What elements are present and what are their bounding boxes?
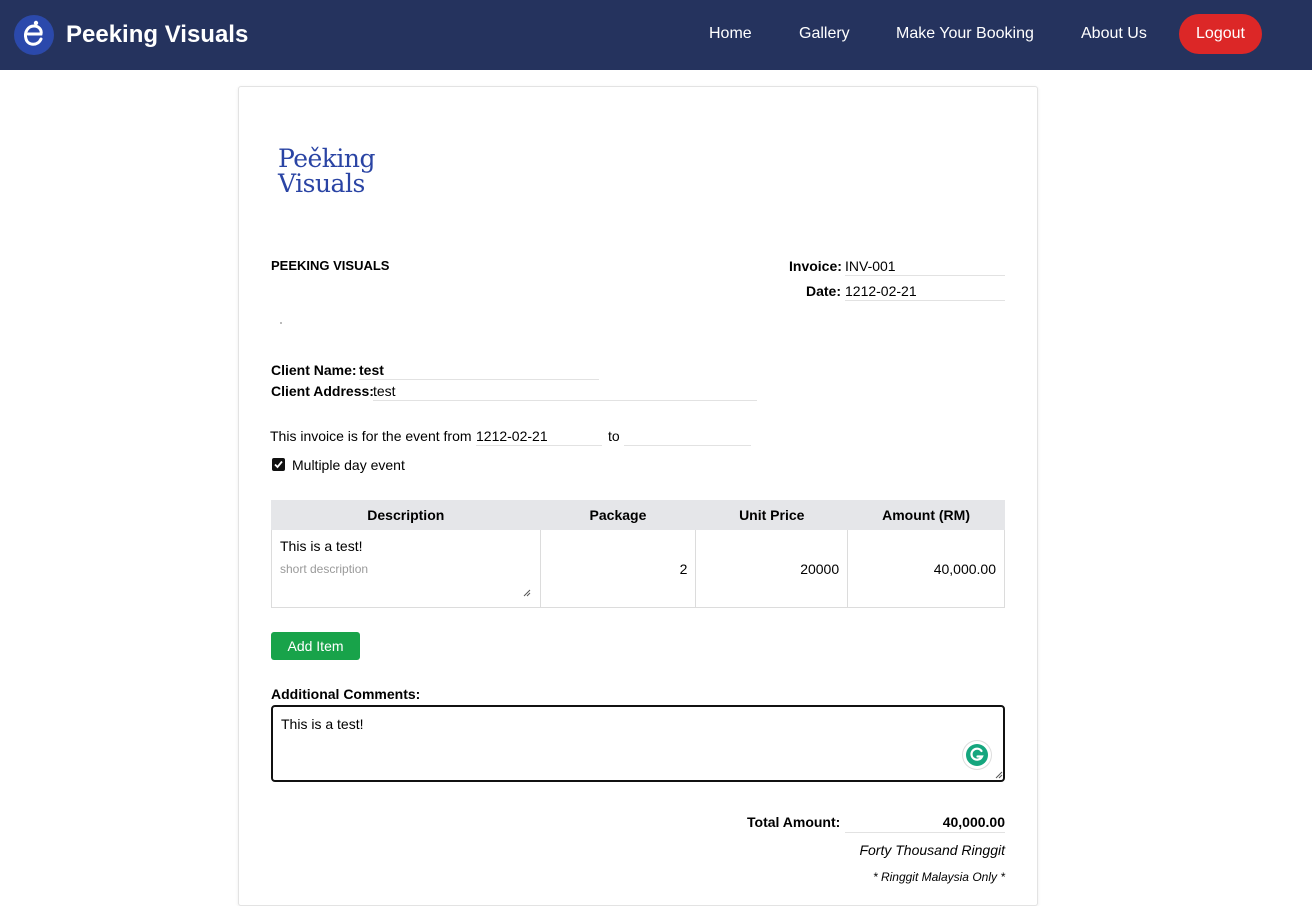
header-amount: Amount (RM) bbox=[847, 500, 1005, 530]
company-name: PEEKING VISUALS bbox=[271, 258, 390, 273]
total-amount-value: 40,000.00 bbox=[845, 814, 1005, 833]
brand-name: Peeking Visuals bbox=[66, 21, 249, 48]
unit-price-input[interactable]: 20000 bbox=[695, 529, 849, 608]
invoice-number-field[interactable]: INV-001 bbox=[845, 258, 1005, 276]
brand[interactable]: Peeking Visuals bbox=[14, 14, 248, 56]
nav-gallery[interactable]: Gallery bbox=[799, 24, 850, 44]
nav-home[interactable]: Home bbox=[709, 24, 752, 44]
header-package: Package bbox=[539, 500, 697, 530]
logout-button[interactable]: Logout bbox=[1179, 14, 1262, 54]
header-unit-price: Unit Price bbox=[695, 500, 849, 530]
event-text: This invoice is for the event from bbox=[270, 428, 472, 444]
comments-label: Additional Comments: bbox=[271, 686, 421, 702]
nav-about-us[interactable]: About Us bbox=[1081, 24, 1147, 44]
company-address-field[interactable] bbox=[280, 322, 282, 324]
grammar-assistant-icon[interactable] bbox=[963, 741, 991, 769]
add-item-button[interactable]: Add Item bbox=[271, 632, 360, 660]
logo-line-1: Peěking bbox=[278, 144, 376, 173]
multiple-day-label: Multiple day event bbox=[292, 457, 405, 473]
client-name-field[interactable]: test bbox=[359, 362, 599, 380]
invoice-number-value: INV-001 bbox=[845, 258, 896, 274]
event-from-value: 1212-02-21 bbox=[476, 428, 548, 444]
comments-resize-grip-icon[interactable] bbox=[995, 771, 1003, 779]
event-to-field[interactable] bbox=[624, 428, 751, 446]
date-label: Date: bbox=[806, 283, 842, 299]
resize-grip-icon[interactable] bbox=[523, 589, 531, 597]
company-logo: Peěking Visuals bbox=[278, 144, 376, 198]
comments-textarea[interactable]: This is a test! bbox=[271, 705, 1005, 782]
client-address-value: test bbox=[373, 383, 396, 399]
amount-value: 40,000.00 bbox=[847, 529, 1005, 608]
brand-logo-icon bbox=[14, 15, 54, 55]
total-in-words: Forty Thousand Ringgit bbox=[859, 842, 1005, 858]
items-table: Description Package Unit Price Amount (R… bbox=[271, 500, 1005, 608]
event-from-field[interactable]: 1212-02-21 bbox=[476, 428, 602, 446]
table-row: This is a test! short description 2 2000… bbox=[271, 529, 1005, 608]
client-address-field[interactable]: test bbox=[373, 383, 757, 401]
currency-note: * Ringgit Malaysia Only * bbox=[872, 870, 1005, 884]
client-name-value: test bbox=[359, 362, 384, 378]
logo-line-2: Visuals bbox=[278, 169, 365, 198]
description-placeholder: short description bbox=[280, 562, 369, 576]
total-amount-label: Total Amount: bbox=[747, 814, 841, 830]
date-value: 1212-02-21 bbox=[845, 283, 917, 299]
comments-value: This is a test! bbox=[281, 716, 364, 732]
date-field[interactable]: 1212-02-21 bbox=[845, 283, 1005, 301]
nav-make-booking[interactable]: Make Your Booking bbox=[896, 24, 1034, 44]
description-textarea[interactable]: This is a test! short description bbox=[271, 529, 541, 608]
package-input[interactable]: 2 bbox=[539, 529, 697, 608]
invoice-number-label: Invoice: bbox=[789, 258, 842, 274]
event-to-label: to bbox=[608, 428, 620, 444]
multiple-day-checkbox[interactable] bbox=[272, 458, 285, 471]
description-value: This is a test! bbox=[280, 538, 363, 554]
header-description: Description bbox=[271, 500, 541, 530]
top-navbar: Peeking Visuals Home Gallery Make Your B… bbox=[0, 0, 1312, 70]
checkmark-icon bbox=[274, 460, 283, 469]
invoice-card bbox=[238, 86, 1038, 906]
table-header-row: Description Package Unit Price Amount (R… bbox=[271, 500, 1005, 530]
client-address-label: Client Address: bbox=[271, 383, 374, 399]
client-name-label: Client Name: bbox=[271, 362, 357, 378]
